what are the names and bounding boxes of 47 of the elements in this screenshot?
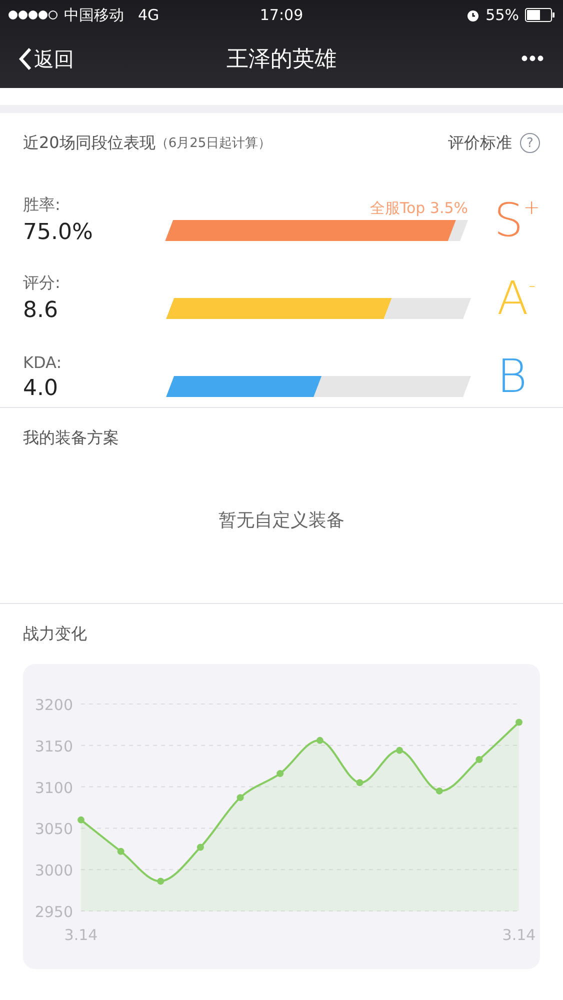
metric-value: 75.0%	[23, 220, 94, 245]
battery-icon	[525, 8, 556, 22]
grade-label: S$^{+}$	[494, 197, 540, 249]
axis-label: 3050	[34, 820, 73, 838]
section-title: 近20场同段位表现	[23, 132, 156, 154]
data-point	[157, 878, 164, 885]
axis-label: 3000	[34, 862, 73, 880]
data-point	[117, 848, 124, 855]
section-subtitle: （6月25日起计算）	[155, 136, 272, 152]
axis-label: 3150	[34, 737, 73, 756]
metric-value: 4.0	[23, 376, 59, 401]
axis-label: 3100	[34, 778, 73, 797]
section-title: 我的装备方案	[23, 428, 119, 448]
data-point	[196, 844, 204, 851]
chevron-left-icon	[18, 47, 32, 71]
signal-icon	[8, 10, 58, 20]
carrier-name: 中国移动	[64, 6, 124, 24]
axis-label: 3.14	[502, 926, 536, 944]
battery-percent: 55%	[486, 6, 520, 24]
data-point	[316, 736, 324, 744]
axis-label: 3200	[34, 696, 73, 714]
data-point	[436, 787, 443, 794]
network-type: 4G	[138, 6, 160, 24]
axis-label: 3.14	[64, 926, 98, 944]
grade-label: B	[497, 353, 528, 405]
data-point	[476, 756, 483, 763]
criteria-link[interactable]: 评价标准	[448, 132, 512, 154]
alarm-icon	[466, 8, 480, 22]
section-title: 战力变化	[23, 624, 87, 644]
data-point	[276, 770, 284, 778]
metric-label: 评分:	[23, 273, 62, 294]
page-title: 王泽的英雄	[226, 46, 338, 74]
data-point	[396, 746, 404, 754]
data-point	[78, 816, 84, 824]
more-button[interactable]: •••	[445, 48, 545, 70]
data-point	[516, 718, 522, 726]
data-point	[236, 794, 244, 802]
metric-label: 胜率:	[23, 195, 62, 216]
clock: 17:09	[260, 6, 304, 24]
data-point	[356, 779, 364, 786]
grade-label: A$^{-}$	[497, 275, 536, 327]
axis-label: 2950	[34, 903, 73, 921]
metric-label: KDA:	[23, 353, 63, 372]
back-button[interactable]: 返回	[18, 46, 118, 72]
empty-message: 暂无自定义装备	[218, 509, 344, 532]
metric-value: 8.6	[23, 298, 59, 323]
rank-note: 全服Top 3.5%	[370, 199, 468, 218]
